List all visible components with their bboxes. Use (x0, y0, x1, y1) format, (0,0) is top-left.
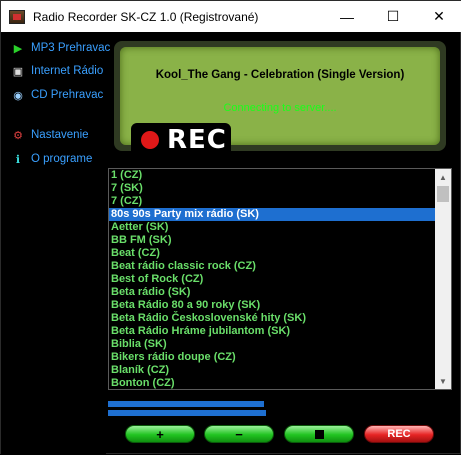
sidebar-item-cd-player[interactable]: ◉ CD Prehravac (11, 86, 103, 104)
radio-icon: ▣ (12, 65, 24, 78)
sidebar-item-about[interactable]: ℹ O programe (11, 150, 92, 168)
rec-indicator-label: REC (167, 125, 227, 155)
app-window: Radio Recorder SK-CZ 1.0 (Registrované) … (0, 0, 461, 455)
scroll-thumb[interactable] (437, 186, 449, 202)
minimize-button[interactable]: — (324, 1, 370, 32)
sidebar-item-label: Internet Rádio (31, 65, 104, 77)
remove-station-button[interactable]: − (204, 425, 274, 443)
station-item[interactable]: 1 (CZ) (109, 169, 437, 182)
connection-status: Connecting to server.... (223, 102, 337, 114)
maximize-button[interactable]: ☐ (370, 1, 416, 32)
info-icon: ℹ (15, 153, 21, 166)
player-display: Kool_The Gang - Celebration (Single Vers… (114, 41, 446, 157)
app-icon (9, 9, 25, 24)
lcd-screen: Kool_The Gang - Celebration (Single Vers… (120, 47, 440, 157)
scroll-up-icon[interactable]: ▲ (435, 169, 451, 185)
sidebar-item-label: Nastavenie (31, 129, 89, 141)
station-item[interactable]: Beta Rádio Československé hity (SK) (109, 312, 437, 325)
station-item[interactable]: 7 (CZ) (109, 195, 437, 208)
sidebar-item-label: O programe (31, 153, 93, 165)
now-playing-title: Kool_The Gang - Celebration (Single Vers… (155, 69, 405, 81)
record-dot-icon (141, 131, 159, 149)
close-button[interactable]: ✕ (416, 1, 461, 32)
station-item[interactable]: Biblia (SK) (109, 338, 437, 351)
station-item[interactable]: Beat (CZ) (109, 247, 437, 260)
station-item[interactable]: 80s 90s Party mix rádio (SK) (109, 208, 437, 221)
station-item[interactable]: Aetter (SK) (109, 221, 437, 234)
sidebar-item-label: CD Prehravac (31, 89, 104, 101)
station-item[interactable]: Best of Rock (CZ) (109, 273, 437, 286)
sidebar-item-mp3-player[interactable]: ▶ MP3 Prehravac (11, 39, 111, 57)
vertical-scrollbar[interactable]: ▲ ▼ (435, 169, 451, 389)
station-list[interactable]: 1 (CZ) 7 (SK) 7 (CZ) 80s 90s Party mix rádi… (108, 168, 452, 390)
window-title: Radio Recorder SK-CZ 1.0 (Registrované) (33, 9, 259, 24)
stop-icon (314, 429, 324, 439)
play-icon: ▶ (13, 42, 23, 55)
station-item[interactable]: Beta Rádio Hráme jubilantom (SK) (109, 325, 437, 338)
settings-icon: ⚙ (13, 129, 23, 142)
cd-icon: ◉ (13, 89, 23, 102)
stop-button[interactable] (284, 425, 354, 443)
station-item[interactable]: Beat rádio classic rock (CZ) (109, 260, 437, 273)
add-station-button[interactable]: + (125, 425, 195, 443)
station-item[interactable]: Beta rádio (SK) (109, 286, 437, 299)
level-meter-left (108, 401, 264, 407)
station-item[interactable]: BB FM (SK) (109, 234, 437, 247)
sidebar-item-label: MP3 Prehravac (31, 42, 111, 54)
title-bar[interactable]: Radio Recorder SK-CZ 1.0 (Registrované) … (1, 1, 461, 32)
station-rows: 1 (CZ) 7 (SK) 7 (CZ) 80s 90s Party mix rádi… (109, 169, 451, 389)
station-item[interactable]: Beta Rádio 80 a 90 roky (SK) (109, 299, 437, 312)
level-meter-right (108, 410, 266, 416)
rec-indicator: REC (131, 123, 231, 157)
station-item[interactable]: Bikers rádio doupe (CZ) (109, 351, 437, 364)
record-button[interactable]: REC (364, 425, 434, 443)
station-item[interactable]: 7 (SK) (109, 182, 437, 195)
sidebar: ▶ MP3 Prehravac ▣ Internet Rádio ◉ CD Pr… (1, 32, 110, 455)
station-item[interactable]: Bonton (CZ) (109, 377, 437, 389)
sidebar-item-internet-radio[interactable]: ▣ Internet Rádio (11, 62, 103, 80)
sidebar-item-settings[interactable]: ⚙ Nastavenie (11, 126, 89, 144)
scroll-down-icon[interactable]: ▼ (435, 373, 451, 389)
station-item[interactable]: Blaník (CZ) (109, 364, 437, 377)
